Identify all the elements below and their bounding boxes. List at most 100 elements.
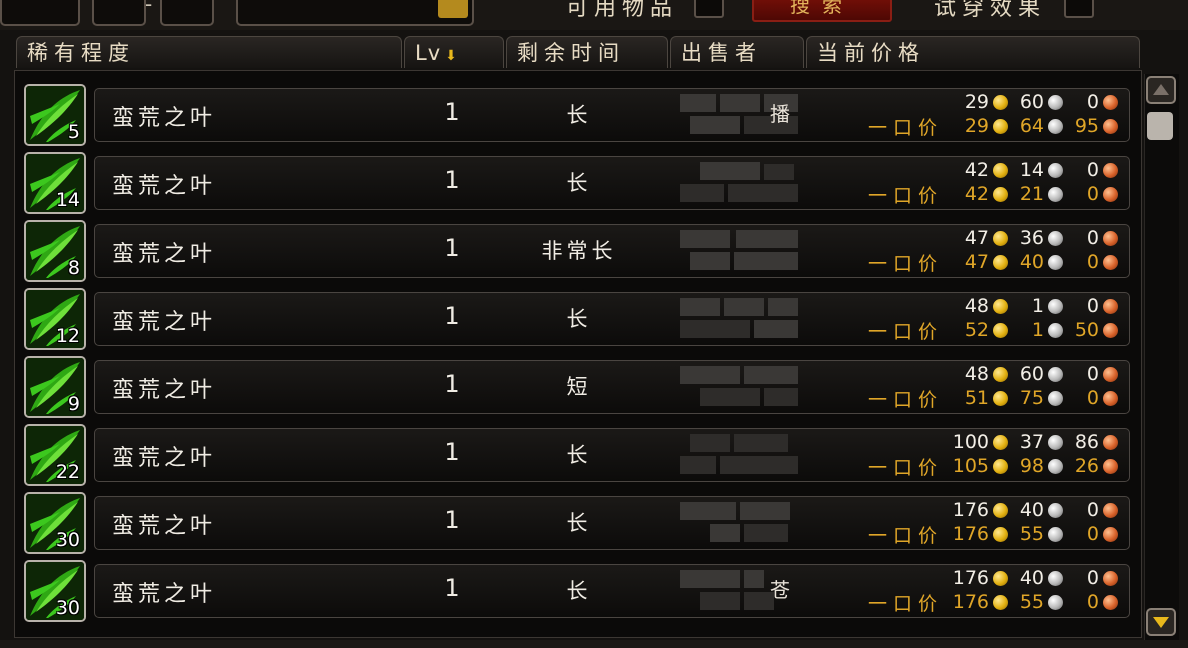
scroll-up-icon: [1153, 84, 1169, 95]
buyout-label: 一口价: [867, 524, 943, 547]
gold-coin-icon: [993, 298, 1008, 314]
leaf-icon[interactable]: 30: [24, 560, 86, 622]
gold-coin-icon: [993, 186, 1008, 202]
gold-coin-icon: [993, 390, 1008, 406]
buyout-copper: 0: [1086, 183, 1099, 205]
preview-checkbox[interactable]: [1064, 0, 1094, 18]
usable-items-label: 可用物品: [566, 0, 679, 21]
buyout-copper: 0: [1086, 387, 1099, 409]
item-level: 1: [444, 370, 460, 398]
leaf-icon[interactable]: 30: [24, 492, 86, 554]
header-rarity[interactable]: 稀有程度: [16, 36, 402, 68]
seller-name-blurred: [680, 366, 798, 406]
seller-name-blurred: [680, 502, 798, 542]
header-rarity-label: 稀有程度: [27, 41, 135, 65]
buyout-gold: 51: [964, 387, 989, 409]
buyout-label: 一口价: [867, 184, 943, 207]
bid-silver: 60: [1019, 91, 1044, 113]
time-left: 非常长: [541, 239, 617, 263]
gold-coin-icon: [993, 502, 1008, 518]
scroll-down-button[interactable]: [1146, 608, 1176, 636]
leaf-icon[interactable]: 5: [24, 84, 86, 146]
bid-gold: 176: [952, 567, 989, 589]
listing-row[interactable]: 9 蛮荒之叶 1 短 48 60 0 一口价 51 75 0: [22, 356, 1132, 418]
item-name: 蛮荒之叶: [112, 106, 217, 131]
buyout-gold: 105: [952, 455, 989, 477]
buyout-price: 一口价 176 55 0: [867, 522, 1120, 547]
current-bid: 42 14 0: [947, 158, 1120, 182]
buyout-price: 一口价 47 40 0: [868, 250, 1120, 275]
bid-gold: 48: [964, 363, 989, 385]
silver-coin-icon: [1048, 434, 1063, 450]
scroll-up-button[interactable]: [1146, 76, 1176, 104]
level-range-input[interactable]: [92, 0, 146, 26]
buyout-silver: 21: [1019, 183, 1044, 205]
leaf-icon[interactable]: 9: [24, 356, 86, 418]
leaf-icon[interactable]: 22: [24, 424, 86, 486]
seller-name-blurred: [680, 162, 798, 202]
dropdown-arrow-icon[interactable]: [438, 0, 468, 18]
item-stack-count: 14: [55, 189, 80, 211]
buyout-price: 一口价 29 64 95: [868, 114, 1120, 139]
bid-silver: 36: [1019, 227, 1044, 249]
gold-coin-icon: [993, 366, 1008, 382]
leaf-icon[interactable]: 8: [24, 220, 86, 282]
copper-coin-icon: [1103, 434, 1118, 450]
header-level-label: Lv: [415, 41, 442, 65]
copper-coin-icon: [1103, 390, 1118, 406]
silver-coin-icon: [1048, 390, 1063, 406]
listing-row[interactable]: 22 蛮荒之叶 1 长 100 37 86 一口价 105 98 26: [22, 424, 1132, 486]
search-button[interactable]: 搜索: [752, 0, 892, 22]
copper-coin-icon: [1103, 502, 1118, 518]
copper-coin-icon: [1103, 458, 1118, 474]
listing-row[interactable]: 8 蛮荒之叶 1 非常长 47 36 0 一口价 47 40 0: [22, 220, 1132, 282]
time-left: 长: [566, 307, 592, 331]
gold-coin-icon: [993, 118, 1008, 134]
bid-gold: 47: [964, 227, 989, 249]
listing-row[interactable]: 30 蛮荒之叶 1 长 176 40 0 一口价 176 55 0: [22, 492, 1132, 554]
preview-label: 试穿效果: [934, 0, 1047, 21]
seller-name-blurred: [680, 298, 798, 338]
bid-copper: 86: [1074, 431, 1099, 453]
header-level[interactable]: Lv ⬇: [404, 36, 504, 68]
leaf-icon[interactable]: 14: [24, 152, 86, 214]
current-bid: 48 60 0: [947, 362, 1120, 386]
buyout-gold: 42: [964, 183, 989, 205]
gold-coin-icon: [993, 230, 1008, 246]
item-level: 1: [444, 506, 460, 534]
time-left: 长: [566, 103, 592, 127]
header-seller[interactable]: 出售者: [670, 36, 804, 68]
max-level-input[interactable]: [160, 0, 214, 26]
header-time-left[interactable]: 剩余时间: [506, 36, 668, 68]
gold-coin-icon: [993, 458, 1008, 474]
buyout-silver: 1: [1031, 319, 1044, 341]
leaf-icon[interactable]: 12: [24, 288, 86, 350]
bid-silver: 1: [1031, 295, 1044, 317]
buyout-copper: 26: [1074, 455, 1099, 477]
copper-coin-icon: [1103, 570, 1118, 586]
min-level-input[interactable]: [0, 0, 80, 26]
listing-row[interactable]: 5 蛮荒之叶 1 长 播 29 60 0 一口价 29 64 95: [22, 84, 1132, 146]
listing-row[interactable]: 12 蛮荒之叶 1 长 48 1 0 一口价 52 1 50: [22, 288, 1132, 350]
item-level: 1: [444, 166, 460, 194]
silver-coin-icon: [1048, 526, 1063, 542]
gold-coin-icon: [993, 94, 1008, 110]
scrollbar[interactable]: [1144, 74, 1179, 640]
silver-coin-icon: [1048, 502, 1063, 518]
buyout-copper: 50: [1074, 319, 1099, 341]
listing-row[interactable]: 14 蛮荒之叶 1 长 42 14 0 一口价 42 21 0: [22, 152, 1132, 214]
buyout-silver: 55: [1019, 523, 1044, 545]
gold-coin-icon: [993, 254, 1008, 270]
scroll-down-icon: [1153, 617, 1169, 628]
time-left: 长: [566, 511, 592, 535]
listing-row[interactable]: 30 蛮荒之叶 1 长 苍 176 40 0 一口价 176 55 0: [22, 560, 1132, 622]
item-stack-count: 30: [55, 597, 80, 619]
usable-items-checkbox[interactable]: [694, 0, 724, 18]
item-stack-count: 5: [67, 121, 80, 143]
silver-coin-icon: [1048, 162, 1063, 178]
scroll-thumb[interactable]: [1147, 112, 1173, 140]
item-name: 蛮荒之叶: [112, 174, 217, 199]
bid-copper: 0: [1086, 363, 1099, 385]
header-current-price[interactable]: 当前价格: [806, 36, 1140, 68]
bottom-strip: [0, 640, 1188, 648]
